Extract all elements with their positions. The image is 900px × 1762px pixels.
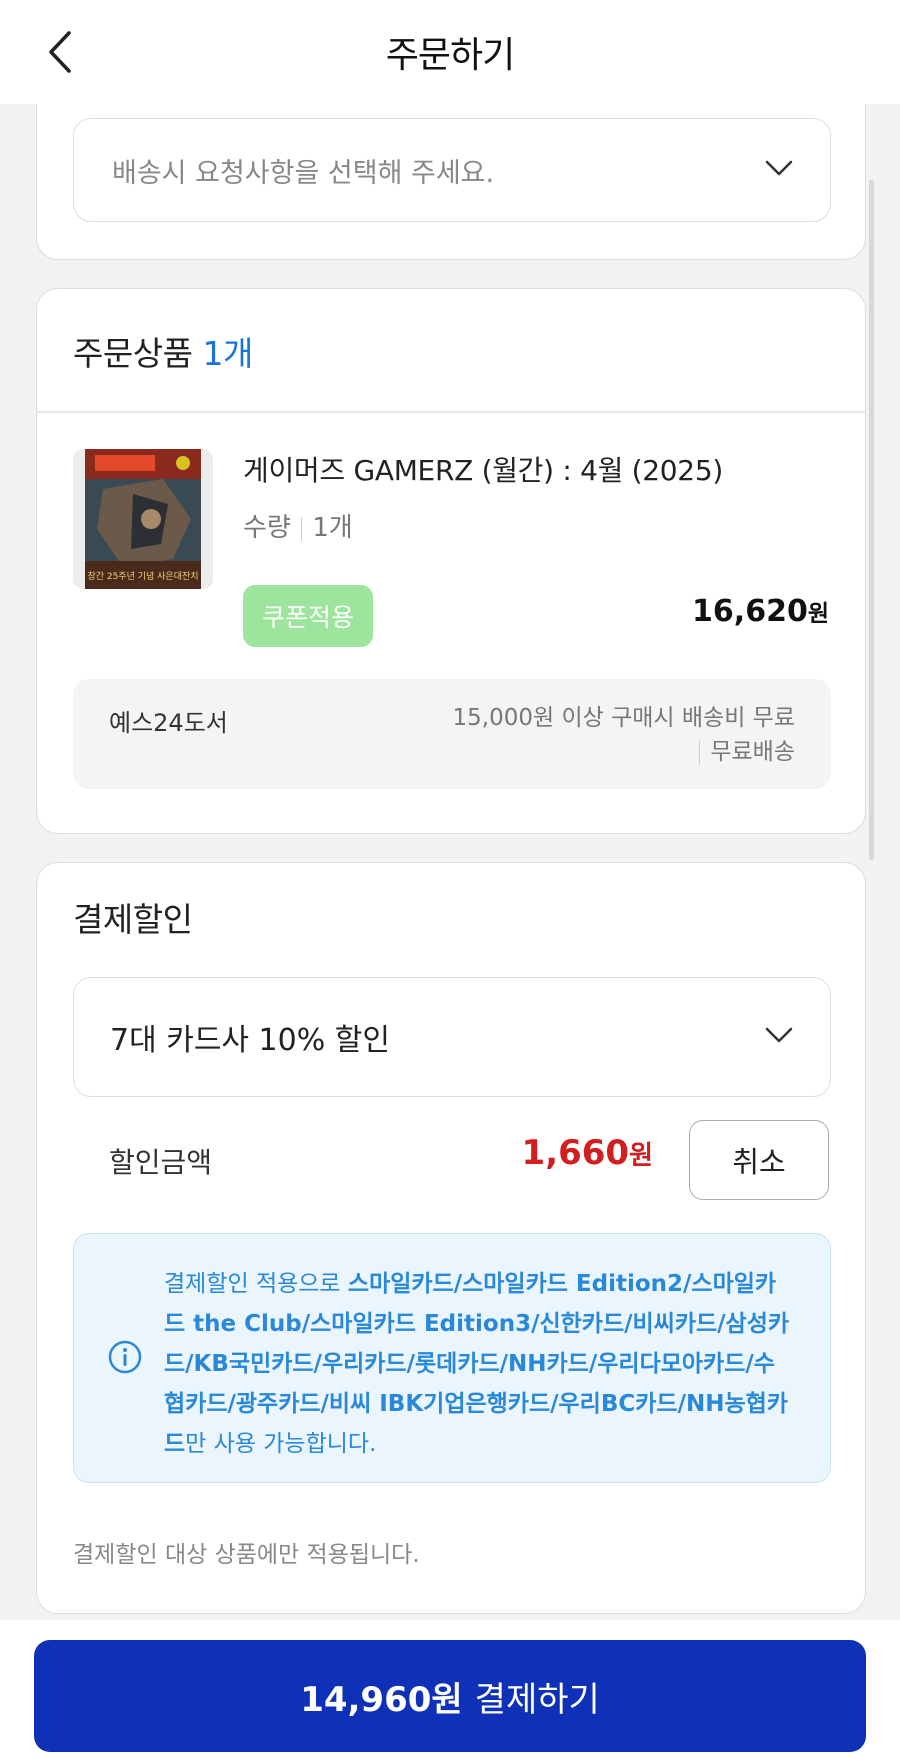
checkout-label: 결제하기: [474, 1679, 600, 1720]
app-header: 주문하기: [0, 0, 900, 104]
notice-cards: 스마일카드/스마일카드 Edition2/스마일카드 the Club/스마일카…: [164, 1271, 790, 1457]
checkout-amount: 14,960원: [300, 1679, 463, 1720]
quantity-separator: [300, 516, 303, 541]
delivery-request-select[interactable]: 배송시 요청사항을 선택해 주세요.: [73, 118, 831, 222]
shipping-info-box: 예스24도서 15,000원 이상 구매시 배송비 무료 무료배송: [73, 679, 831, 789]
product-price-unit: 원: [807, 601, 829, 627]
quantity-value: 1개: [312, 513, 353, 543]
product-quantity: 수량 1개: [243, 507, 353, 544]
scrollbar[interactable]: [869, 180, 874, 860]
cancel-discount-button[interactable]: 취소: [689, 1120, 829, 1200]
order-items-card: 주문상품 1개 창간 25주년 기념 사은대잔치 게이머즈 GAMERZ (월간…: [36, 288, 866, 834]
page-title: 주문하기: [385, 35, 515, 76]
quantity-label: 수량: [243, 513, 291, 543]
card-discount-select[interactable]: 7대 카드사 10% 할인: [73, 977, 831, 1097]
product-price: 16,620원: [692, 594, 829, 629]
discount-amount-label: 할인금액: [109, 1146, 213, 1179]
order-items-title-label: 주문상품: [73, 334, 193, 373]
discount-amount-unit: 원: [629, 1141, 653, 1171]
coupon-apply-button[interactable]: 쿠폰적용: [243, 585, 373, 647]
magazine-cover-caption: 창간 25주년 기념 사은대잔치: [87, 570, 198, 582]
back-arrow-icon: [49, 31, 71, 73]
payment-discount-card: 결제할인 7대 카드사 10% 할인 할인금액 1,660원 취소 결제할인 적…: [36, 862, 866, 1614]
payment-discount-title: 결제할인: [73, 900, 193, 939]
checkout-button[interactable]: 14,960원 결제하기: [34, 1640, 866, 1752]
notice-prefix: 결제할인 적용으로: [164, 1271, 348, 1297]
shipping-seller: 예스24도서: [109, 709, 228, 737]
shipping-separator: [698, 740, 701, 765]
delivery-request-placeholder: 배송시 요청사항을 선택해 주세요.: [112, 157, 495, 189]
product-name[interactable]: 게이머즈 GAMERZ (월간) : 4월 (2025): [243, 449, 723, 489]
shipping-details: 15,000원 이상 구매시 배송비 무료 무료배송: [453, 701, 795, 769]
order-items-count: 1개: [202, 334, 253, 373]
notice-suffix: 만 사용 가능합니다.: [185, 1431, 377, 1457]
section-divider: [37, 411, 865, 413]
discount-amount-value: 1,660: [521, 1133, 630, 1173]
discount-footnote: 결제할인 대상 상품에만 적용됩니다.: [73, 1542, 420, 1568]
discount-notice-text: 결제할인 적용으로 스마일카드/스마일카드 Edition2/스마일카드 the…: [164, 1264, 794, 1464]
checkout-bar: 14,960원 결제하기: [0, 1620, 900, 1762]
discount-amount: 1,660원: [522, 1133, 653, 1173]
chevron-down-icon: [765, 160, 793, 176]
chevron-down-icon: [765, 1027, 793, 1043]
back-button[interactable]: [30, 22, 90, 82]
delivery-request-card: 배송시 요청사항을 선택해 주세요.: [36, 80, 866, 260]
discount-notice: 결제할인 적용으로 스마일카드/스마일카드 Edition2/스마일카드 the…: [73, 1233, 831, 1483]
shipping-condition: 15,000원 이상 구매시 배송비 무료: [452, 705, 795, 731]
shipping-type: 무료배송: [710, 739, 795, 765]
product-thumbnail[interactable]: 창간 25주년 기념 사은대잔치: [73, 449, 213, 589]
order-items-title: 주문상품 1개: [73, 327, 253, 375]
magazine-cover-image: 창간 25주년 기념 사은대잔치: [85, 449, 201, 589]
shipping-type-row: 무료배송: [453, 735, 795, 769]
info-icon: [108, 1340, 142, 1374]
card-discount-selected: 7대 카드사 10% 할인: [110, 1023, 390, 1058]
product-price-value: 16,620: [692, 594, 808, 629]
